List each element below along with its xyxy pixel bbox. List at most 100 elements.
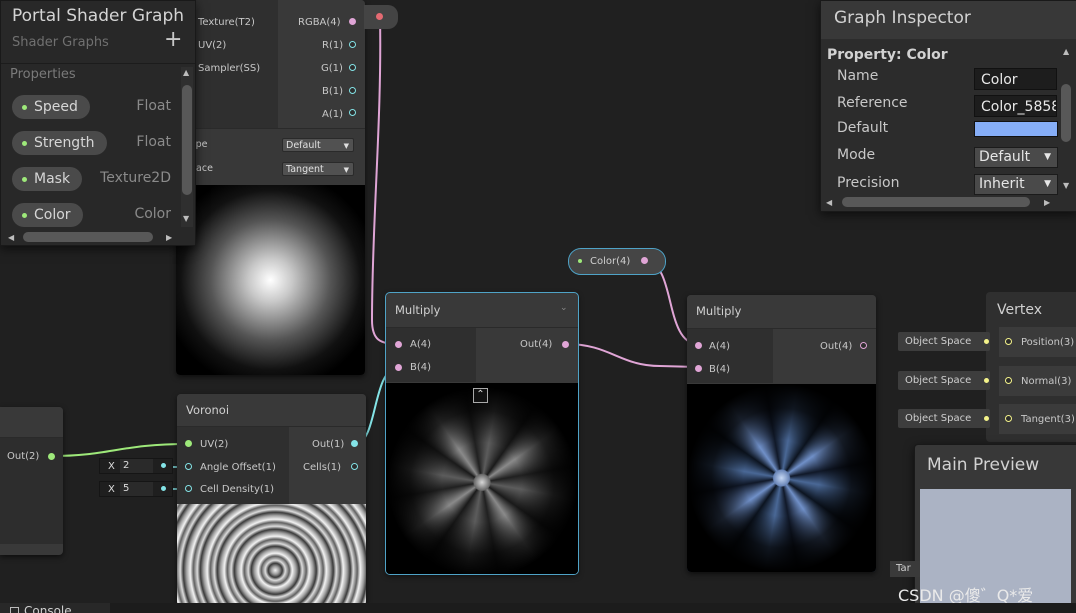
object-space-normal[interactable]: Object Space bbox=[898, 371, 990, 390]
tangent-dot[interactable] bbox=[1005, 415, 1012, 422]
position-dot[interactable] bbox=[1005, 338, 1012, 345]
color-property-node[interactable]: Color(4) bbox=[568, 248, 666, 275]
console-icon bbox=[10, 607, 19, 613]
main-preview-title: Main Preview bbox=[927, 455, 1040, 475]
sample-texture-node[interactable]: Texture(T2) UV(2) Sampler(SS) RGBA(4) R(… bbox=[176, 0, 365, 375]
vertex-block-tangent[interactable]: Tangent(3) bbox=[999, 404, 1076, 434]
cell-density-field[interactable]: X 5 bbox=[99, 481, 173, 497]
property-dot bbox=[22, 177, 27, 182]
port-angle-dot[interactable] bbox=[185, 463, 192, 470]
vertex-block-normal[interactable]: Normal(3) bbox=[999, 366, 1076, 396]
port-b-dot[interactable] bbox=[695, 365, 702, 372]
port-out1: Out(1) bbox=[312, 439, 345, 450]
precision-dropdown[interactable]: Inherit ▼ bbox=[974, 174, 1058, 195]
port-out2-dot[interactable] bbox=[48, 453, 55, 460]
angle-value[interactable]: 2 bbox=[120, 459, 153, 473]
object-space-tangent[interactable]: Object Space bbox=[898, 409, 990, 428]
space-connector-dot bbox=[984, 416, 989, 421]
scroll-left-icon[interactable]: ◀ bbox=[8, 233, 14, 242]
properties-section-label: Properties bbox=[10, 67, 76, 82]
property-type: Texture2D bbox=[100, 170, 171, 186]
property-strength[interactable]: Strength bbox=[12, 131, 107, 155]
port-b: B(1) bbox=[322, 86, 344, 97]
property-speed[interactable]: Speed bbox=[12, 95, 90, 119]
scroll-right-icon[interactable]: ▶ bbox=[166, 233, 172, 242]
target-tab[interactable]: Tar bbox=[890, 561, 920, 577]
voronoi-node[interactable]: Voronoi UV(2) Angle Offset(1) Cell Densi… bbox=[177, 394, 366, 606]
inspector-scroll-thumb[interactable] bbox=[1061, 84, 1071, 142]
color-out-dot[interactable] bbox=[641, 257, 648, 264]
space-dropdown[interactable]: Tangent ▼ bbox=[282, 162, 354, 176]
port-rgba-dot[interactable] bbox=[349, 18, 356, 25]
port-out-dot[interactable] bbox=[562, 341, 569, 348]
multiply2-ports: A(4) B(4) Out(4) bbox=[687, 329, 876, 383]
density-value[interactable]: 5 bbox=[120, 482, 153, 496]
name-field[interactable]: Color bbox=[974, 68, 1057, 90]
port-density-dot[interactable] bbox=[185, 485, 192, 492]
reference-field[interactable]: Color_5858 bbox=[974, 95, 1057, 117]
type-value: Default bbox=[286, 140, 321, 151]
reference-label: Reference bbox=[837, 95, 908, 111]
chevron-down-icon: ▼ bbox=[1044, 179, 1051, 189]
scroll-down-icon[interactable]: ▼ bbox=[1063, 181, 1069, 190]
port-a-dot[interactable] bbox=[695, 342, 702, 349]
property-dot bbox=[578, 259, 582, 263]
scroll-up-icon[interactable]: ▲ bbox=[183, 68, 189, 77]
space-label: Object Space bbox=[905, 336, 972, 347]
port-a-dot[interactable] bbox=[395, 341, 402, 348]
port-uv: UV(2) bbox=[200, 439, 229, 450]
port-uv-dot[interactable] bbox=[185, 440, 192, 447]
port-b-dot[interactable] bbox=[395, 364, 402, 371]
inspector-hscroll-thumb[interactable] bbox=[842, 197, 1030, 207]
space-label: Object Space bbox=[905, 413, 972, 424]
space-value: Tangent bbox=[286, 164, 324, 175]
collapse-chevron-icon[interactable]: ⌄ bbox=[560, 303, 568, 313]
port-out-dot[interactable] bbox=[860, 342, 867, 349]
uv-node-partial[interactable]: Out(2) bbox=[0, 407, 63, 555]
multiply-node-2[interactable]: Multiply A(4) B(4) Out(4) bbox=[687, 295, 876, 572]
port-a: A(4) bbox=[709, 341, 731, 352]
scroll-thumb[interactable] bbox=[182, 85, 192, 195]
vertex-position: Position(3) bbox=[1021, 337, 1075, 348]
property-color[interactable]: Color bbox=[12, 203, 83, 227]
graph-inspector-panel[interactable]: Graph Inspector Property: Color Name Col… bbox=[820, 0, 1076, 212]
mode-dropdown[interactable]: Default ▼ bbox=[974, 147, 1058, 168]
port-out1-dot[interactable] bbox=[351, 440, 358, 447]
console-tab[interactable]: Console bbox=[0, 603, 110, 613]
type-dropdown[interactable]: Default ▼ bbox=[282, 138, 354, 152]
port-a: A(4) bbox=[410, 339, 432, 350]
port-out2: Out(2) bbox=[7, 451, 40, 462]
default-color-swatch[interactable] bbox=[974, 121, 1058, 137]
property-pill-node[interactable] bbox=[364, 5, 398, 29]
space-label: Object Space bbox=[905, 375, 972, 386]
vertex-block-position[interactable]: Position(3) bbox=[999, 327, 1076, 357]
port-r-dot[interactable] bbox=[349, 41, 356, 48]
chevron-down-icon: ▼ bbox=[343, 166, 349, 174]
port-cells: Cells(1) bbox=[303, 462, 342, 473]
add-property-button[interactable]: + bbox=[164, 27, 182, 52]
horizontal-scroll-thumb[interactable] bbox=[23, 232, 153, 242]
object-space-position[interactable]: Object Space bbox=[898, 332, 990, 351]
scroll-down-icon[interactable]: ▼ bbox=[183, 214, 189, 223]
port-b: B(4) bbox=[709, 364, 731, 375]
collapse-preview-icon[interactable]: ⌃ bbox=[473, 388, 488, 403]
scroll-right-icon[interactable]: ▶ bbox=[1044, 198, 1050, 207]
density-connector-dot bbox=[161, 486, 166, 491]
property-out-dot[interactable] bbox=[376, 13, 383, 20]
angle-offset-field[interactable]: X 2 bbox=[99, 458, 173, 474]
normal-dot[interactable] bbox=[1005, 377, 1012, 384]
property-mask[interactable]: Mask bbox=[12, 167, 83, 191]
scroll-up-icon[interactable]: ▲ bbox=[1063, 47, 1069, 56]
property-dot bbox=[22, 105, 27, 110]
port-g-dot[interactable] bbox=[349, 64, 356, 71]
port-a-dot[interactable] bbox=[349, 109, 356, 116]
uv-node-body: Out(2) bbox=[0, 438, 63, 544]
port-angle-offset: Angle Offset(1) bbox=[200, 462, 276, 473]
blackboard-panel[interactable]: Portal Shader Graph Shader Graphs + Prop… bbox=[0, 0, 196, 246]
chevron-down-icon: ▼ bbox=[1044, 152, 1051, 162]
vertex-context[interactable]: Vertex Position(3) Normal(3) Tangent(3) bbox=[986, 292, 1076, 442]
port-cells-dot[interactable] bbox=[351, 463, 358, 470]
multiply-node-1[interactable]: Multiply ⌄ A(4) B(4) Out(4) ⌃ bbox=[385, 292, 579, 575]
port-b-dot[interactable] bbox=[349, 87, 356, 94]
scroll-left-icon[interactable]: ◀ bbox=[826, 198, 832, 207]
